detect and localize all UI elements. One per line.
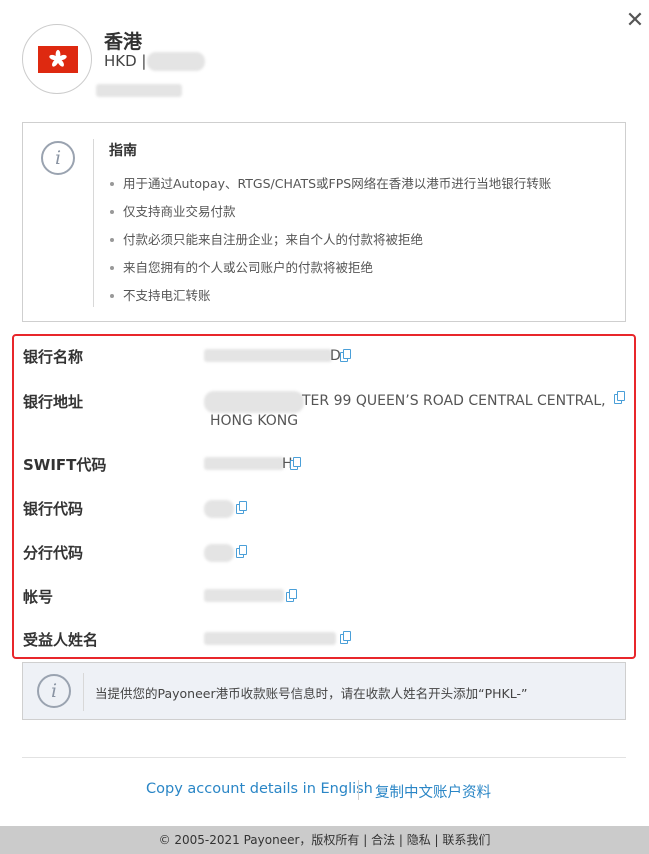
bank-name-label: 银行名称 [23,348,84,366]
list-item: 仅支持商业交易付款 [109,203,551,231]
divider [22,757,626,758]
account-details-modal: ✕ 香港 HKD | i 指南 用于通过Autopay、RTGS/CHATS或F… [0,0,649,826]
info-icon: i [37,674,71,708]
notice-panel: i 当提供您的Payoneer港币收款账号信息时，请在收款人姓名开头添加“PHK… [22,662,626,720]
list-item: 付款必须只能来自注册企业；来自个人的付款将被拒绝 [109,231,551,259]
copy-icon[interactable] [340,349,352,363]
copy-icon[interactable] [614,391,626,405]
notice-text: 当提供您的Payoneer港币收款账号信息时，请在收款人姓名开头添加“PHKL-… [95,686,528,701]
link-separator [358,780,359,800]
redacted-account-id [147,52,205,71]
divider [93,139,94,307]
redacted-value [204,457,284,470]
page-title: 香港 [104,31,143,53]
guide-title: 指南 [109,143,137,159]
bank-address-value: TER 99 QUEEN’S ROAD CENTRAL CENTRAL, [302,393,606,409]
info-icon: i [41,141,75,175]
redacted-value [204,391,304,413]
branch-code-label: 分行代码 [23,544,84,562]
bank-code-label: 银行代码 [23,500,84,518]
copy-icon[interactable] [236,501,248,515]
redacted-value [204,349,332,362]
account-number-label: 帐号 [23,588,54,606]
footer: © 2005-2021 Payoneer，版权所有 | 合法 | 隐私 | 联系… [0,826,649,854]
hong-kong-flag-icon [22,24,92,94]
beneficiary-name-label: 受益人姓名 [23,631,99,649]
redacted-value [204,632,336,645]
swift-code-label: SWIFT代码 [23,456,107,474]
bank-details-panel: 银行名称 D 银行地址 TER 99 QUEEN’S ROAD CENTRAL … [12,334,636,659]
guide-list: 用于通过Autopay、RTGS/CHATS或FPS网络在香港以港币进行当地银行… [109,175,551,315]
redacted-value [204,589,284,602]
list-item: 来自您拥有的个人或公司账户的付款将被拒绝 [109,259,551,287]
guide-panel: i 指南 用于通过Autopay、RTGS/CHATS或FPS网络在香港以港币进… [22,122,626,322]
bank-address-label: 银行地址 [23,393,84,411]
copy-icon[interactable] [340,631,352,645]
redacted-subtitle [96,84,182,97]
copy-icon[interactable] [286,589,298,603]
bank-address-value-line2: HONG KONG [210,413,299,429]
copy-icon[interactable] [236,545,248,559]
currency-label: HKD | [104,52,147,70]
redacted-value [204,500,234,518]
copy-english-link[interactable]: Copy account details in English [146,781,373,797]
copy-chinese-link[interactable]: 复制中文账户资料 [375,781,491,802]
copy-icon[interactable] [290,457,302,471]
redacted-value [204,544,234,562]
close-icon[interactable]: ✕ [624,10,646,32]
list-item: 不支持电汇转账 [109,287,551,315]
list-item: 用于通过Autopay、RTGS/CHATS或FPS网络在香港以港币进行当地银行… [109,175,551,203]
divider [83,673,84,711]
